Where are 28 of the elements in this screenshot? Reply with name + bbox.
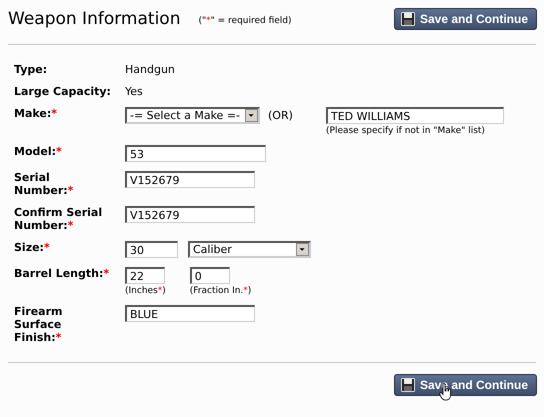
- field-label: Barrel Length:*: [14, 267, 110, 282]
- field-label: Size:*: [14, 241, 51, 256]
- required-note: ("*" = required field): [198, 16, 293, 26]
- field-label: Confirm Serial Number:*: [14, 206, 104, 232]
- field-label: Serial Number:*: [14, 171, 74, 197]
- text-field[interactable]: 30: [125, 241, 178, 258]
- text-field[interactable]: V152679: [125, 171, 255, 188]
- dropdown[interactable]: Caliber: [188, 241, 311, 258]
- text-field[interactable]: 53: [125, 145, 266, 162]
- hint-text: (Please specify if not in "Make" list): [326, 126, 486, 136]
- page-title: Weapon Information: [8, 8, 180, 28]
- text-field[interactable]: 22: [125, 267, 165, 284]
- save-button[interactable]: Save and Continue: [394, 8, 537, 30]
- field-label: Make:*: [14, 107, 58, 122]
- field-caption: (Fraction In.*): [190, 286, 252, 296]
- field-label: Firearm Surface Finish:*: [14, 305, 64, 344]
- field-caption: (Inches*): [125, 286, 166, 296]
- or-label: (OR): [268, 109, 294, 122]
- text-field[interactable]: BLUE: [125, 305, 255, 322]
- field-label: Model:*: [14, 145, 63, 160]
- text-field[interactable]: 0: [190, 267, 230, 284]
- field-label: Large Capacity:: [14, 85, 112, 98]
- field-value: Handgun: [125, 63, 175, 76]
- dropdown[interactable]: -= Select a Make =-: [125, 107, 260, 124]
- field-label: Type:: [14, 63, 48, 76]
- text-field[interactable]: V152679: [125, 206, 255, 223]
- text-field[interactable]: TED WILLIAMS: [326, 107, 504, 124]
- field-value: Yes: [125, 85, 143, 98]
